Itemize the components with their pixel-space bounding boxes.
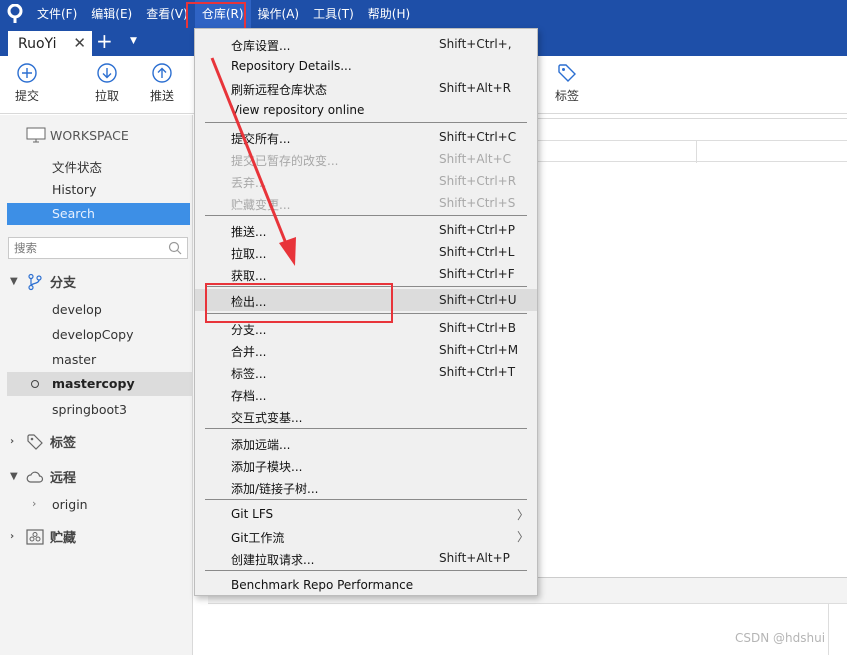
watermark: CSDN @hdshui xyxy=(735,631,826,645)
commit-label: 提交 xyxy=(14,89,39,103)
current-branch-item[interactable]: mastercopy xyxy=(7,372,193,396)
branch-item[interactable]: developCopy xyxy=(52,327,133,342)
menu-item-git-lfs[interactable]: Git LFS 〉 xyxy=(195,503,537,525)
menu-item-repo-settings[interactable]: 仓库设置... Shift+Ctrl+, xyxy=(195,33,537,55)
tag-button[interactable]: 标签 xyxy=(545,62,589,104)
menu-edit[interactable]: 编辑(E) xyxy=(84,0,139,28)
main-divider xyxy=(538,118,847,119)
bottom-panel-scrollbar[interactable] xyxy=(828,604,829,655)
workspace-header: WORKSPACE xyxy=(26,127,129,143)
add-tab-icon[interactable]: + xyxy=(96,30,113,52)
tab-ruoyi[interactable]: RuoYi ✕ xyxy=(8,31,92,56)
branch-item[interactable]: master xyxy=(52,352,96,367)
download-circle-icon xyxy=(97,63,117,83)
monitor-icon xyxy=(26,127,46,143)
sidebar-item-search-label: Search xyxy=(52,206,95,221)
chevron-right-icon: › xyxy=(10,531,15,542)
menu-item-fetch[interactable]: 获取... Shift+Ctrl+F xyxy=(195,263,537,285)
push-button[interactable]: 推送 xyxy=(140,62,184,104)
menu-file[interactable]: 文件(F) xyxy=(30,0,84,28)
tab-dropdown-icon[interactable]: ▼ xyxy=(130,36,137,46)
menu-item-benchmark[interactable]: Benchmark Repo Performance xyxy=(195,574,537,596)
menu-item-interactive-rebase[interactable]: 交互式变基... xyxy=(195,405,537,427)
plus-circle-icon xyxy=(17,63,37,83)
remote-item-origin[interactable]: origin xyxy=(52,497,88,512)
menu-item-push[interactable]: 推送... Shift+Ctrl+P xyxy=(195,219,537,241)
checkout-highlight-box xyxy=(205,283,393,323)
search-icon xyxy=(168,241,182,255)
menu-separator xyxy=(205,570,527,571)
chevron-right-icon: › xyxy=(10,436,15,447)
commit-button[interactable]: 提交 xyxy=(5,62,49,104)
submenu-arrow-icon: 〉 xyxy=(516,508,529,522)
chevron-right-icon: › xyxy=(32,497,37,510)
branch-item[interactable]: springboot3 xyxy=(52,402,127,417)
menu-item-repo-details[interactable]: Repository Details... xyxy=(195,55,537,77)
menu-item-view-online[interactable]: View repository online xyxy=(195,99,537,121)
pull-label: 拉取 xyxy=(94,89,119,103)
sidebar-item-file-status[interactable]: 文件状态 xyxy=(52,157,102,176)
menu-item-stash-changes: 贮藏变更... Shift+Ctrl+S xyxy=(231,196,516,212)
tags-group-header[interactable]: › 标签 xyxy=(10,432,76,451)
tag-icon xyxy=(27,433,43,450)
tags-label: 标签 xyxy=(50,436,77,451)
menu-item-add-remote[interactable]: 添加远端... xyxy=(195,432,537,454)
current-branch-label: mastercopy xyxy=(52,376,135,391)
sidebar-item-history[interactable]: History xyxy=(52,182,96,197)
cloud-icon xyxy=(26,471,44,483)
menu-item-commit-staged: 提交已暂存的改变... Shift+Alt+C xyxy=(231,152,512,168)
pull-button[interactable]: 拉取 xyxy=(85,62,129,104)
column-divider xyxy=(696,141,697,163)
menu-item-tag[interactable]: 标签... Shift+Ctrl+T xyxy=(195,361,537,383)
stash-icon xyxy=(26,528,44,545)
tag-icon xyxy=(558,64,576,82)
tag-label: 标签 xyxy=(554,89,579,103)
menu-item-refresh-remote[interactable]: 刷新远程仓库状态 Shift+Alt+R xyxy=(195,77,537,99)
branch-item[interactable]: develop xyxy=(52,302,102,317)
branches-label: 分支 xyxy=(50,276,77,291)
remotes-group-header[interactable]: ▼ 远程 xyxy=(10,467,76,486)
menu-item-merge[interactable]: 合并... Shift+Ctrl+M xyxy=(195,339,537,361)
menu-item-git-flow[interactable]: Git工作流〉 xyxy=(195,525,537,547)
file-list-header xyxy=(538,140,847,163)
remotes-label: 远程 xyxy=(50,471,77,486)
push-label: 推送 xyxy=(149,89,174,103)
branches-group-header[interactable]: ▼ 分支 xyxy=(10,272,76,291)
menu-separator xyxy=(205,499,527,500)
menu-help[interactable]: 帮助(H) xyxy=(361,0,417,28)
tab-label: RuoYi xyxy=(18,35,57,52)
sidebar: WORKSPACE 文件状态 History Search ▼ 分支 devel… xyxy=(0,115,193,655)
menu-item-commit-all[interactable]: 提交所有... Shift+Ctrl+C xyxy=(195,126,537,148)
current-branch-dot-icon xyxy=(31,380,39,388)
menu-item-discard: 丢弃... Shift+Ctrl+R xyxy=(231,174,517,190)
menu-item-create-pull-request[interactable]: 创建拉取请求... Shift+Alt+P xyxy=(195,547,537,569)
menu-actions[interactable]: 操作(A) xyxy=(251,0,307,28)
menu-item-archive[interactable]: 存档... xyxy=(195,383,537,405)
chevron-down-icon: ▼ xyxy=(10,276,18,287)
branch-icon xyxy=(28,273,42,290)
sourcetree-logo-icon xyxy=(0,0,30,28)
menu-separator xyxy=(205,428,527,429)
menu-tools[interactable]: 工具(T) xyxy=(306,0,361,28)
chevron-down-icon: ▼ xyxy=(10,471,18,482)
close-icon[interactable]: ✕ xyxy=(73,34,86,52)
stashes-group-header[interactable]: › 贮藏 xyxy=(10,527,76,546)
menu-bar: 文件(F) 编辑(E) 查看(V) 仓库(R) 操作(A) 工具(T) 帮助(H… xyxy=(0,0,847,28)
menu-separator xyxy=(205,122,527,123)
sidebar-search-box xyxy=(8,237,188,259)
menu-item-add-submodule[interactable]: 添加子模块... xyxy=(195,454,537,476)
menu-item-pull[interactable]: 拉取... Shift+Ctrl+L xyxy=(195,241,537,263)
menu-item-add-subtree[interactable]: 添加/链接子树... xyxy=(195,476,537,498)
submenu-arrow-icon: 〉 xyxy=(516,530,529,544)
workspace-label: WORKSPACE xyxy=(50,127,129,143)
stashes-label: 贮藏 xyxy=(50,531,77,546)
sidebar-item-search[interactable]: Search xyxy=(7,203,190,225)
upload-circle-icon xyxy=(152,63,172,83)
sidebar-search-input[interactable] xyxy=(9,238,159,258)
menu-separator xyxy=(205,215,527,216)
